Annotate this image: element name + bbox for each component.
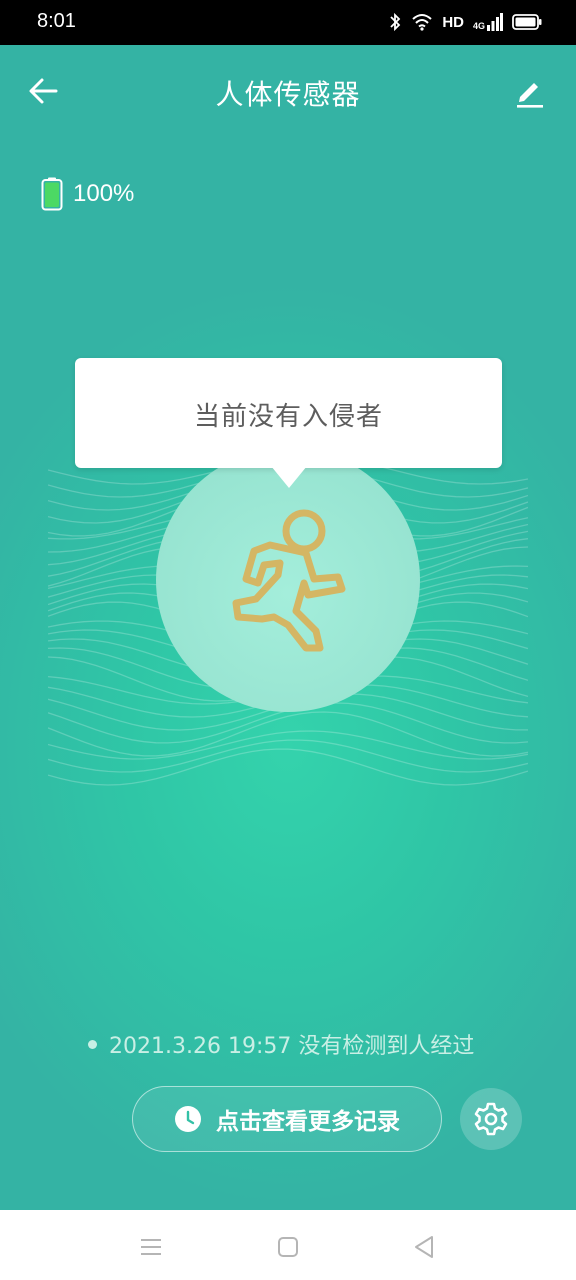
page-title: 人体传感器	[215, 78, 361, 111]
network-type: 4G	[472, 21, 485, 31]
home-square-icon[interactable]	[273, 1232, 303, 1262]
clock-icon	[175, 1106, 201, 1132]
status-icons: HD 4G	[388, 9, 542, 35]
screen: 8:01 HD 4G 人体传感器 100% 当前没有入侵者 2021.3.26 …	[0, 0, 576, 1280]
status-time: 8:01	[37, 10, 76, 32]
view-records-button[interactable]: 点击查看更多记录	[132, 1086, 442, 1152]
last-record: 2021.3.26 19:57 没有检测到人经过	[88, 1028, 474, 1060]
tooltip-text: 当前没有入侵者	[193, 402, 383, 432]
edit-button[interactable]	[512, 75, 546, 109]
settings-button[interactable]	[460, 1088, 522, 1150]
menu-icon[interactable]	[136, 1232, 166, 1262]
view-records-label: 点击查看更多记录	[216, 1109, 400, 1135]
running-person-icon	[232, 509, 346, 652]
back-triangle-icon[interactable]	[410, 1232, 440, 1262]
tooltip-arrow	[271, 466, 307, 488]
gear-icon	[474, 1102, 508, 1136]
top-bar: 人体传感器	[0, 45, 576, 137]
wifi-icon	[412, 14, 432, 31]
battery-percent: 100%	[73, 180, 135, 207]
system-navigation-bar	[0, 1210, 576, 1280]
battery-level-icon	[41, 177, 63, 211]
last-record-text: 2021.3.26 19:57 没有检测到人经过	[109, 1034, 475, 1059]
wave-line	[48, 748, 528, 786]
battery-icon	[512, 14, 542, 30]
pencil-icon	[517, 83, 543, 108]
status-tooltip: 当前没有入侵者	[75, 358, 502, 468]
wave-line	[48, 739, 528, 773]
hd-indicator: HD	[442, 13, 464, 31]
wave-line	[48, 730, 528, 760]
status-bar: 8:01 HD 4G	[0, 0, 576, 45]
bluetooth-icon	[390, 12, 401, 32]
signal-icon: 4G	[473, 13, 503, 31]
device-battery: 100%	[41, 177, 134, 211]
record-dot	[88, 1039, 97, 1049]
